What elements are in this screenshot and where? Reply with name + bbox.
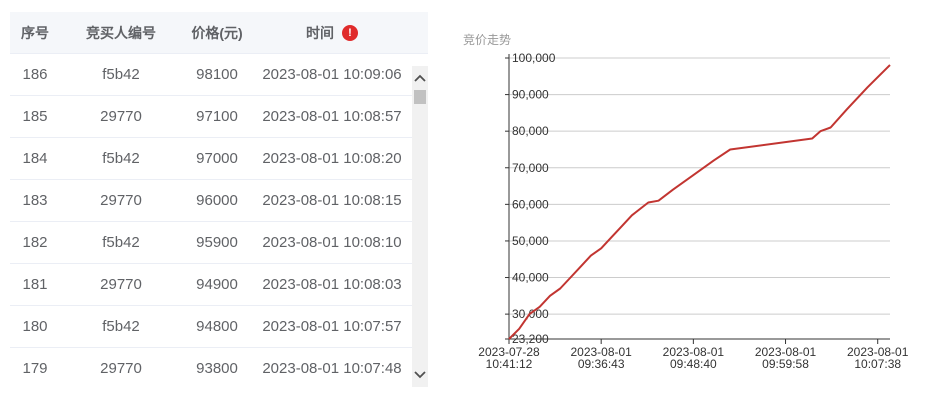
y-tick-label: 80,000 [512,124,549,138]
table-row: 180 f5b42 94800 2023-08-01 10:07:57 [10,306,428,348]
x-tick-time: 09:36:43 [578,357,625,371]
bid-history-table: 序号 竞买人编号 价格(元) 时间 ! 186 f5b42 98100 2023-08… [10,12,428,387]
table-row: 183 29770 96000 2023-08-01 10:08:15 [10,180,428,222]
y-tick-label: 90,000 [512,88,549,102]
y-tick-label: 50,000 [512,234,549,248]
cell-price: 94900 [196,276,238,293]
cell-seq: 181 [22,276,48,293]
cell-time: 2023-08-01 10:07:57 [262,318,402,335]
table-row: 184 f5b42 97000 2023-08-01 10:08:20 [10,138,428,180]
cell-seq: 186 [22,66,48,83]
cell-seq: 185 [22,108,48,125]
header-price: 价格(元) [191,24,243,41]
x-tick-time: 10:41:12 [486,357,533,371]
cell-price: 94800 [196,318,238,335]
cell-seq: 184 [22,150,48,167]
table-row: 182 f5b42 95900 2023-08-01 10:08:10 [10,222,428,264]
scroll-down-icon[interactable] [412,367,428,383]
cell-bidder: f5b42 [102,234,140,251]
y-tick-label: 70,000 [512,161,549,175]
cell-bidder: f5b42 [102,66,140,83]
scroll-thumb[interactable] [414,90,426,104]
cell-seq: 183 [22,192,48,209]
cell-bidder: f5b42 [102,318,140,335]
cell-price: 95900 [196,234,238,251]
y-tick-label: 60,000 [512,197,549,211]
cell-price: 98100 [196,66,238,83]
header-seq: 序号 [21,24,49,41]
cell-bidder: 29770 [100,276,142,293]
y-tick-label: 100,000 [512,51,556,65]
table-row: 185 29770 97100 2023-08-01 10:08:57 [10,96,428,138]
table-row: 179 29770 93800 2023-08-01 10:07:48 [10,348,428,387]
chart-title: 竞价走势 [463,33,512,47]
cell-bidder: f5b42 [102,150,140,167]
table-header: 序号 竞买人编号 价格(元) 时间 ! [10,12,428,54]
cell-time: 2023-08-01 10:08:10 [262,234,402,251]
cell-price: 96000 [196,192,238,209]
warning-icon[interactable]: ! [342,24,358,41]
cell-price: 97000 [196,150,238,167]
header-bidder: 竞买人编号 [86,24,156,41]
cell-seq: 179 [22,360,48,377]
x-tick-time: 10:07:38 [854,357,901,371]
cell-time: 2023-08-01 10:08:15 [262,192,402,209]
cell-time: 2023-08-01 10:08:57 [262,108,402,125]
cell-bidder: 29770 [100,360,142,377]
price-trend-chart: 竞价走势 100,000 90,000 80,000 70,000 60,000 50,0… [450,20,920,390]
cell-seq: 180 [22,318,48,335]
cell-time: 2023-08-01 10:07:48 [262,360,402,377]
header-time: 时间 ! [252,12,412,53]
table-body: 186 f5b42 98100 2023-08-01 10:09:06 185 29770… [10,54,428,387]
x-tick-time: 09:48:40 [670,357,717,371]
cell-price: 93800 [196,360,238,377]
cell-time: 2023-08-01 10:08:03 [262,276,402,293]
header-time-label: 时间 [306,24,334,41]
table-row: 181 29770 94900 2023-08-01 10:08:03 [10,264,428,306]
scroll-up-icon[interactable] [412,70,428,86]
cell-bidder: 29770 [100,108,142,125]
cell-bidder: 29770 [100,192,142,209]
x-tick-time: 09:59:58 [762,357,809,371]
cell-time: 2023-08-01 10:09:06 [262,66,402,83]
y-tick-label: 40,000 [512,271,549,285]
series-line [508,64,891,340]
table-scrollbar[interactable] [412,66,428,387]
cell-price: 97100 [196,108,238,125]
cell-seq: 182 [22,234,48,251]
chart-canvas: 100,000 90,000 80,000 70,000 60,000 50,000 40,… [478,51,908,371]
table-row: 186 f5b42 98100 2023-08-01 10:09:06 [10,54,428,96]
cell-time: 2023-08-01 10:08:20 [262,150,402,167]
